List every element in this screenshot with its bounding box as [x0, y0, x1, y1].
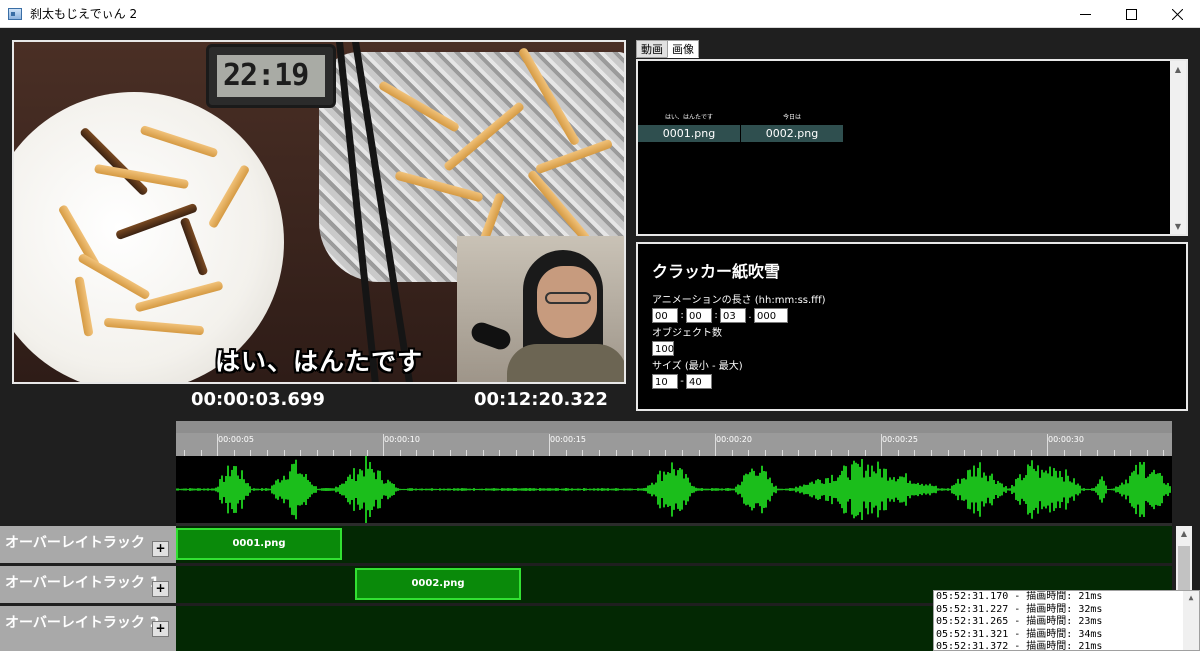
scroll-up-icon[interactable]: ▲	[1176, 526, 1192, 542]
log-scrollbar[interactable]: ▲	[1183, 591, 1199, 650]
object-count-input[interactable]: 100	[652, 340, 674, 356]
ruler-label: 00:00:20	[716, 435, 752, 444]
track-label[interactable]: オーバーレイトラック	[0, 526, 176, 563]
title-bar: 刹太もじえでぃん 2	[0, 0, 1200, 28]
scroll-up-icon[interactable]: ▲	[1183, 591, 1199, 605]
duration-label: アニメーションの長さ (hh:mm:ss.fff)	[652, 295, 826, 306]
image-asset-list[interactable]: はい、はんたです 0001.png 今日は 0002.png ▲ ▼	[636, 59, 1188, 236]
asset-thumbnail: 今日は	[782, 114, 801, 121]
media-tabs: 動画 画像	[636, 40, 699, 58]
asset-label: 0002.png	[741, 125, 843, 142]
add-track-button[interactable]: +	[152, 541, 169, 557]
track-lane[interactable]: 0001.png	[176, 526, 1172, 563]
duration-hours-input[interactable]: 00	[652, 307, 678, 323]
effect-title: クラッカー紙吹雪	[652, 262, 781, 281]
scroll-up-icon[interactable]: ▲	[1170, 61, 1186, 77]
track-name: オーバーレイトラック 1	[5, 575, 160, 591]
main-area: 22:19 はい、はんたです 00:00:03.699 00:12:20.322…	[0, 28, 1200, 651]
asset-thumbnail: はい、はんたです	[664, 114, 713, 121]
track-label[interactable]: オーバーレイトラック 1	[0, 566, 176, 603]
video-preview[interactable]: 22:19 はい、はんたです	[12, 40, 626, 384]
tab-video[interactable]: 動画	[636, 40, 668, 58]
maximize-icon	[1125, 8, 1137, 20]
render-log[interactable]: 05:52:31.170 - 描画時間: 21ms 05:52:31.227 -…	[933, 590, 1200, 651]
asset-item[interactable]: はい、はんたです 0001.png	[638, 111, 740, 142]
close-icon	[1171, 8, 1183, 20]
ruler-label: 00:00:05	[218, 435, 254, 444]
ruler-label: 00:00:10	[384, 435, 420, 444]
window-title: 刹太もじえでぃん 2	[30, 7, 138, 21]
log-line: 05:52:31.227 - 描画時間: 32ms	[936, 603, 1103, 615]
current-time: 00:00:03.699	[191, 389, 325, 410]
track-label[interactable]: オーバーレイトラック 2	[0, 606, 176, 651]
log-line: 05:52:31.321 - 描画時間: 34ms	[936, 628, 1103, 640]
log-line: 05:52:31.372 - 描画時間: 21ms	[936, 641, 1103, 651]
minimize-button[interactable]	[1062, 0, 1108, 28]
log-line: 05:52:31.265 - 描画時間: 23ms	[936, 616, 1103, 627]
asset-scrollbar[interactable]: ▲ ▼	[1170, 61, 1186, 234]
subtitle-text: はい、はんたです	[214, 347, 423, 376]
size-max-input[interactable]: 40	[686, 373, 712, 389]
clock-prop: 22:19	[206, 44, 336, 108]
minimize-icon	[1079, 13, 1091, 15]
size-min-input[interactable]: 10	[652, 373, 678, 389]
maximize-button[interactable]	[1108, 0, 1154, 28]
duration-millis-input[interactable]: 000	[754, 307, 788, 323]
tab-image[interactable]: 画像	[667, 40, 699, 58]
scroll-down-icon[interactable]: ▼	[1170, 218, 1186, 234]
audio-waveform[interactable]	[175, 455, 1172, 524]
add-track-button[interactable]: +	[152, 581, 169, 597]
clock-display: 22:19	[217, 55, 325, 97]
track-name: オーバーレイトラック 2	[5, 615, 160, 631]
waveform-graph	[175, 455, 1171, 524]
effect-settings-panel: クラッカー紙吹雪 アニメーションの長さ (hh:mm:ss.fff) 00 : …	[636, 242, 1188, 411]
size-label: サイズ (最小 - 最大)	[652, 361, 743, 372]
app-icon	[8, 7, 22, 20]
duration-seconds-input[interactable]: 03	[720, 307, 746, 323]
timeline-clip[interactable]: 0002.png	[355, 568, 521, 600]
object-count-label: オブジェクト数	[652, 328, 722, 339]
total-time: 00:12:20.322	[474, 389, 608, 410]
track-name: オーバーレイトラック	[5, 535, 145, 551]
ruler-label: 00:00:25	[882, 435, 918, 444]
close-button[interactable]	[1154, 0, 1200, 28]
timeline-ruler[interactable]: 00:00:05 00:00:10 00:00:15 00:00:20 00:00:25…	[176, 421, 1172, 456]
duration-minutes-input[interactable]: 00	[686, 307, 712, 323]
video-frame-image: 22:19	[14, 42, 624, 382]
log-line: 05:52:31.170 - 描画時間: 21ms	[936, 591, 1103, 602]
size-row: 10 - 40	[652, 373, 1186, 389]
scrollbar-thumb[interactable]	[1178, 546, 1190, 596]
asset-item[interactable]: 今日は 0002.png	[741, 111, 843, 142]
window-controls	[1062, 0, 1200, 28]
object-count-row: 100	[652, 340, 1186, 356]
ruler-label: 00:00:30	[1048, 435, 1084, 444]
ruler-label: 00:00:15	[550, 435, 586, 444]
duration-row: 00 : 00 : 03 . 000	[652, 307, 1186, 323]
asset-label: 0001.png	[638, 125, 740, 142]
timeline-clip[interactable]: 0001.png	[176, 528, 342, 560]
add-track-button[interactable]: +	[152, 621, 169, 637]
